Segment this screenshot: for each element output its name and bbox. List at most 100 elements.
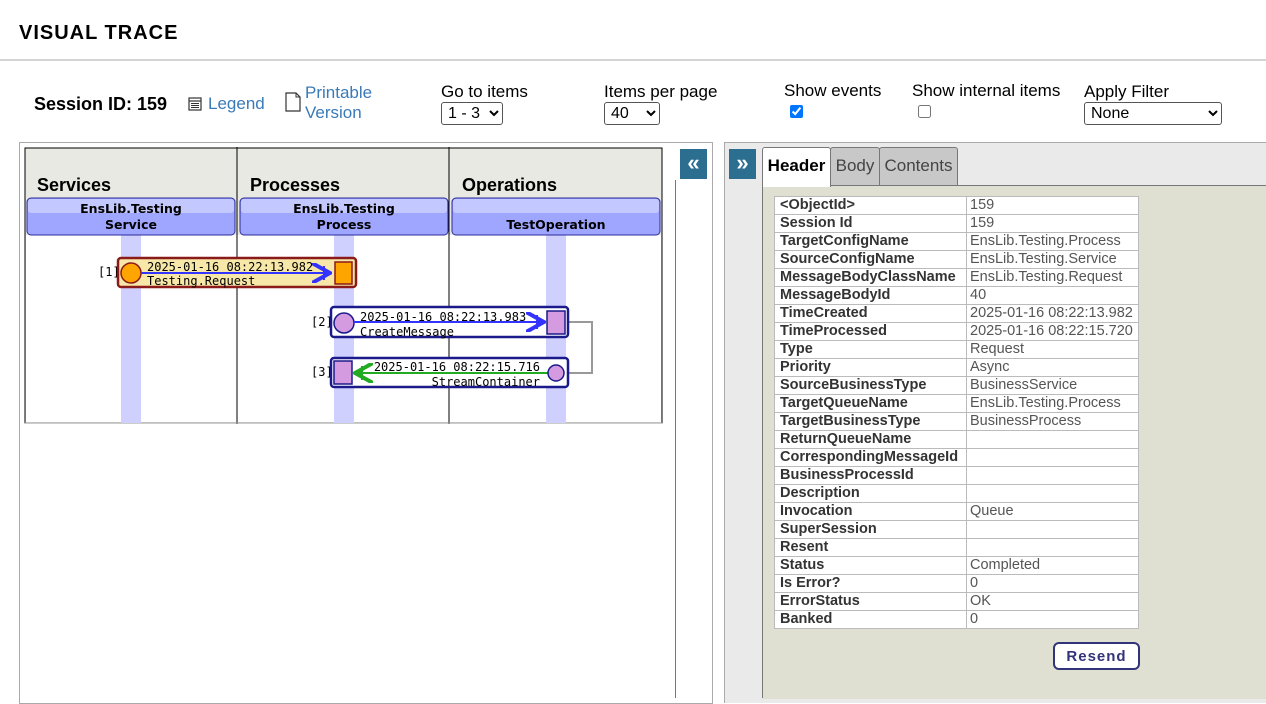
table-icon [188,97,202,111]
svg-text:Service: Service [105,217,157,232]
show-events-checkbox[interactable] [790,105,803,118]
header-row-key: TargetQueueName [774,394,967,413]
svg-text:[1]: [1] [98,265,120,279]
header-row-key: Invocation [774,502,967,521]
column-title-services: Services [37,175,111,195]
header-row-key: SuperSession [774,520,967,539]
header-row-value: 0 [966,610,1139,629]
header-row-value: 40 [966,286,1139,305]
header-row-value [966,448,1139,467]
header-row: SourceConfigName EnsLib.Testing.Service [774,250,1139,269]
header-row-key: Session Id [774,214,967,233]
tab-body[interactable]: Body [830,147,880,185]
header-row-key: Priority [774,358,967,377]
apply-filter-select[interactable]: None [1084,102,1222,125]
header-row-value: 159 [966,214,1139,233]
header-row-key: Banked [774,610,967,629]
header-row-key: TargetConfigName [774,232,967,251]
legend-label[interactable]: Legend [208,94,265,114]
items-per-page-label: Items per page [604,82,718,101]
header-row-key: BusinessProcessId [774,466,967,485]
header-row-value [966,466,1139,485]
header-row-key: CorrespondingMessageId [774,448,967,467]
header-row-value: BusinessProcess [966,412,1139,431]
header-row-value: Completed [966,556,1139,575]
header-row-value: EnsLib.Testing.Process [966,394,1139,413]
header-row-key: Description [774,484,967,503]
header-row-key: Resent [774,538,967,557]
component-box-process[interactable]: EnsLib.Testing Process [239,197,449,236]
header-row-value: 2025-01-16 08:22:13.982 [966,304,1139,323]
svg-text:CreateMessage: CreateMessage [360,325,454,339]
column-title-operations: Operations [462,175,557,195]
items-per-page-select[interactable]: 40 [604,102,660,125]
svg-text:[2]: [2] [311,315,333,329]
header-row-key: SourceBusinessType [774,376,967,395]
header-row: <ObjectId> 159 [774,196,1139,215]
header-row-value: Async [966,358,1139,377]
header-row: Type Request [774,340,1139,359]
header-row-value [966,430,1139,449]
header-row: MessageBodyId 40 [774,286,1139,305]
header-row-key: TimeProcessed [774,322,967,341]
header-row-value: OK [966,592,1139,611]
show-events-label: Show events [784,81,882,100]
show-internal-control: Show internal items [912,81,1060,118]
header-row: ErrorStatus OK [774,592,1139,611]
header-row-key: SourceConfigName [774,250,967,269]
show-internal-label: Show internal items [912,81,1061,100]
component-box-operation[interactable]: TestOperation [451,197,661,236]
tab-contents[interactable]: Contents [879,147,958,185]
svg-text:2025-01-16 08:22:15.716: 2025-01-16 08:22:15.716 [374,360,540,374]
printable-label-line2[interactable]: Version [305,103,372,123]
header-row-key: TimeCreated [774,304,967,323]
header-row-key: Status [774,556,967,575]
header-row: BusinessProcessId [774,466,1139,485]
tab-header[interactable]: Header [762,147,831,187]
show-events-control: Show events [784,81,881,118]
header-row-value: Queue [966,502,1139,521]
header-row-value: 159 [966,196,1139,215]
page-title: VISUAL TRACE [19,22,179,44]
session-id-label: Session ID: 159 [34,94,168,114]
goto-items-label: Go to items [441,82,528,101]
header-row-key: ReturnQueueName [774,430,967,449]
header-row: Resent [774,538,1139,557]
printable-version-link[interactable]: Printable Version [285,83,372,123]
trace-message-2[interactable]: [2] 2025-01-16 08:22:13.983 CreateMessag… [311,305,570,339]
legend-link[interactable]: Legend [188,94,265,114]
header-row: SourceBusinessType BusinessService [774,376,1139,395]
header-properties-table: <ObjectId> 159 Session Id 159 TargetConfigNa… [774,196,1139,629]
header-row-key: MessageBodyClassName [774,268,967,287]
header-row: TimeProcessed 2025-01-16 08:22:15.720 [774,322,1139,341]
header-row: Invocation Queue [774,502,1139,521]
show-internal-checkbox[interactable] [918,105,931,118]
svg-text:Testing.Request: Testing.Request [147,274,255,288]
svg-text:StreamContainer: StreamContainer [432,375,540,389]
title-divider [0,59,1266,61]
collapse-panel-button[interactable]: « [680,149,707,179]
goto-items-select[interactable]: 1 - 3 [441,102,503,125]
svg-text:EnsLib.Testing: EnsLib.Testing [293,201,395,216]
header-row-value [966,538,1139,557]
header-row-key: <ObjectId> [774,196,967,215]
header-row-value [966,484,1139,503]
apply-filter-label: Apply Filter [1084,82,1170,101]
printable-label-line1[interactable]: Printable [305,83,372,103]
header-row: Banked 0 [774,610,1139,629]
header-row-value: 0 [966,574,1139,593]
header-row: Is Error? 0 [774,574,1139,593]
header-row: ReturnQueueName [774,430,1139,449]
column-title-processes: Processes [250,175,340,195]
header-row: SuperSession [774,520,1139,539]
header-row-value: EnsLib.Testing.Process [966,232,1139,251]
expand-panel-button[interactable]: » [729,149,756,179]
header-row-value: EnsLib.Testing.Request [966,268,1139,287]
header-row: MessageBodyClassName EnsLib.Testing.Reque… [774,268,1139,287]
resend-button[interactable]: Resend [1053,642,1140,670]
trace-message-1[interactable]: [1] 2025-01-16 08:22:13.982 Testing.Requ… [98,256,358,289]
header-row: TargetConfigName EnsLib.Testing.Process [774,232,1139,251]
component-box-service[interactable]: EnsLib.Testing Service [26,197,236,236]
trace-message-3[interactable]: [3] 2025-01-16 08:22:15.716 StreamContai… [311,356,570,389]
header-row-key: TargetBusinessType [774,412,967,431]
